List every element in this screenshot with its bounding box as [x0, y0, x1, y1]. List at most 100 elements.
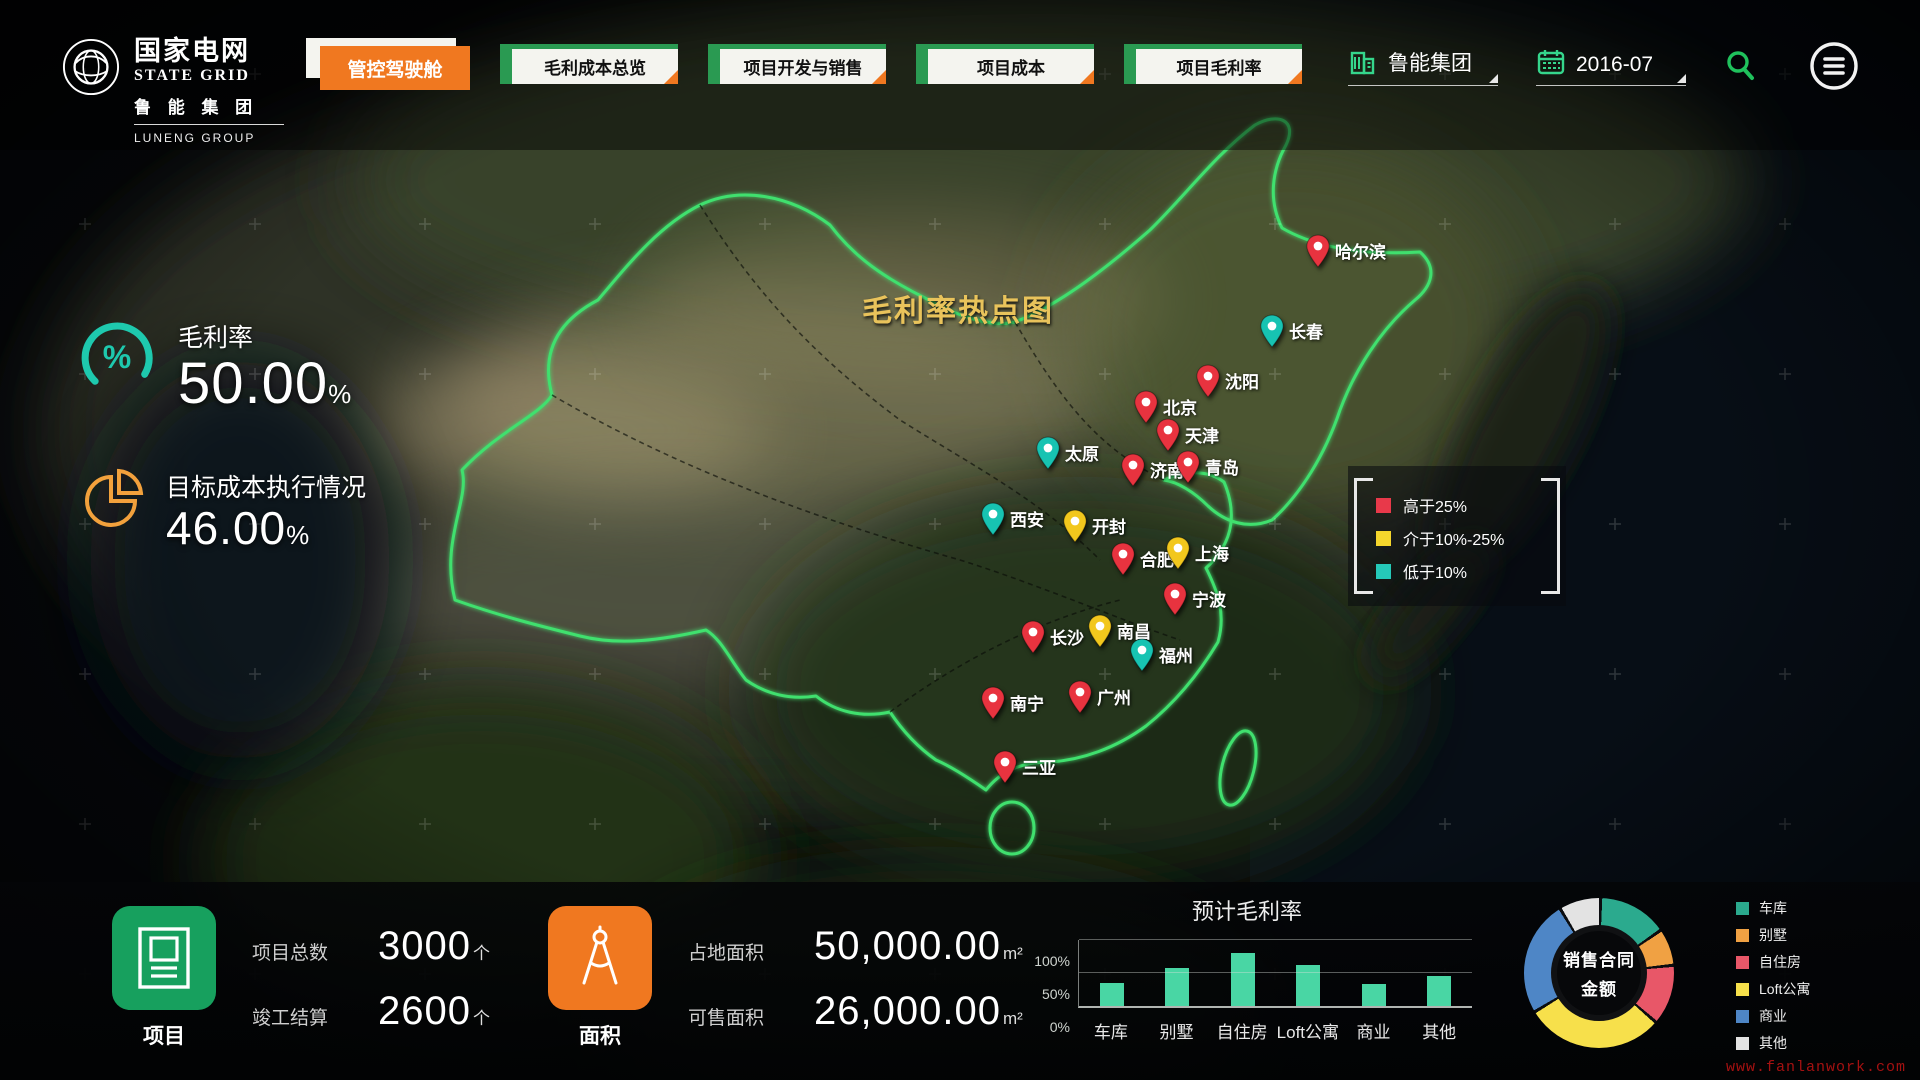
nav-tabs: 管控驾驶舱 毛利成本总览 项目开发与销售 项目成本 项目毛利率 — [320, 44, 1302, 90]
legend-swatch — [1736, 902, 1749, 915]
kpi-value: 50.00 — [178, 351, 328, 416]
city-pin[interactable]: 福州 — [1129, 638, 1155, 677]
city-pin[interactable]: 南宁 — [980, 686, 1006, 725]
dashboard: 国家电网 STATE GRID 鲁 能 集 团 LUNENG GROUP 管控驾… — [0, 0, 1920, 1080]
stat-unit: m² — [1003, 944, 1023, 963]
stat-unit: 个 — [473, 944, 490, 963]
kpi-unit: % — [286, 520, 310, 550]
bar-category-label: 商业 — [1341, 1018, 1407, 1043]
city-pin[interactable]: 上海 — [1165, 536, 1191, 575]
sales-contract-donut-chart: 销售合同 金额 车库 别墅 自住房 Loft公寓 商业 其他 — [1524, 898, 1810, 1053]
city-label: 长春 — [1289, 318, 1323, 343]
city-label: 青岛 — [1205, 454, 1239, 479]
donut-legend-item: 其他 — [1736, 1033, 1810, 1053]
city-label: 宁波 — [1192, 586, 1226, 611]
city-pin[interactable]: 沈阳 — [1195, 364, 1221, 403]
tab-label: 项目毛利率 — [1177, 54, 1262, 79]
donut-legend-item: 商业 — [1736, 1006, 1810, 1026]
city-pin[interactable]: 广州 — [1067, 680, 1093, 719]
city-pin[interactable]: 青岛 — [1175, 450, 1201, 489]
city-pin[interactable]: 合肥 — [1110, 542, 1136, 581]
map-legend-item: 介于10%-25% — [1376, 526, 1556, 550]
tab-label: 管控驾驶舱 — [347, 55, 442, 82]
city-pin[interactable]: 济南 — [1120, 453, 1146, 492]
company-selector[interactable]: 鲁能集团 — [1348, 47, 1498, 86]
legend-swatch — [1376, 498, 1391, 513]
project-card-label: 项目 — [143, 1020, 185, 1050]
building-icon — [1348, 47, 1378, 77]
nav-tab[interactable]: 管控驾驶舱 — [320, 46, 470, 90]
city-pin[interactable]: 三亚 — [992, 750, 1018, 789]
donut-legend-item: 别墅 — [1736, 925, 1810, 945]
city-label: 广州 — [1097, 684, 1131, 709]
bar-category-label: 车库 — [1078, 1018, 1144, 1043]
city-pin[interactable]: 西安 — [980, 502, 1006, 541]
svg-text:%: % — [103, 339, 131, 375]
date-selector[interactable]: 2016-07 — [1536, 47, 1686, 86]
bar — [1079, 940, 1145, 1006]
city-pin[interactable]: 长沙 — [1020, 620, 1046, 659]
city-pin[interactable]: 太原 — [1035, 436, 1061, 475]
city-label: 天津 — [1185, 422, 1219, 447]
donut-legend-item: 自住房 — [1736, 952, 1810, 972]
donut-center-label: 销售合同 金额 — [1524, 898, 1674, 1048]
nav-tab[interactable]: 项目毛利率 — [1124, 44, 1302, 84]
city-pin[interactable]: 宁波 — [1162, 582, 1188, 621]
map-pin-icon — [1110, 542, 1136, 576]
map-pin-icon — [1162, 582, 1188, 616]
nav-tab[interactable]: 毛利成本总览 — [500, 44, 678, 84]
project-card: 项目 项目总数 3000个 竣工结算 2600个 — [112, 906, 490, 1050]
percent-gauge-icon: % — [78, 318, 156, 396]
brand-divider — [134, 124, 284, 125]
legend-label: Loft公寓 — [1759, 979, 1810, 999]
city-pin[interactable]: 哈尔滨 — [1305, 234, 1331, 273]
legend-swatch — [1376, 531, 1391, 546]
legend-swatch — [1736, 1037, 1749, 1050]
stat-label: 竣工结算 — [252, 1003, 344, 1030]
stat-row: 项目总数 3000个 — [252, 924, 490, 969]
legend-label: 自住房 — [1759, 952, 1801, 972]
donut-legend-item: 车库 — [1736, 898, 1810, 918]
bar-category-label: 别墅 — [1144, 1018, 1210, 1043]
topbar-controls: 鲁能集团 2016-07 — [1348, 40, 1860, 92]
stat-value: 50,000.00 — [814, 924, 1001, 968]
stat-value: 3000 — [378, 924, 471, 968]
menu-icon[interactable] — [1808, 40, 1860, 92]
city-label: 福州 — [1159, 642, 1193, 667]
legend-label: 别墅 — [1759, 925, 1787, 945]
city-label: 北京 — [1163, 394, 1197, 419]
nav-tab[interactable]: 项目成本 — [916, 44, 1094, 84]
kpi-value: 46.00 — [166, 502, 286, 554]
bar — [1276, 940, 1342, 1006]
stat-unit: 个 — [473, 1009, 490, 1028]
map-pin-icon — [980, 502, 1006, 536]
map-pin-icon — [1165, 536, 1191, 570]
bar-category-label: Loft公寓 — [1275, 1018, 1341, 1043]
brand-group-en: LUNENG GROUP — [134, 131, 284, 145]
document-icon — [137, 926, 191, 990]
legend-label: 高于25% — [1403, 493, 1467, 517]
city-label: 西安 — [1010, 506, 1044, 531]
city-pin[interactable]: 南昌 — [1087, 614, 1113, 653]
map-pin-icon — [1259, 314, 1285, 348]
map-pin-icon — [1087, 614, 1113, 648]
stat-row: 可售面积 26,000.00m² — [688, 989, 1023, 1034]
city-label: 三亚 — [1022, 754, 1056, 779]
city-pin[interactable]: 开封 — [1062, 509, 1088, 548]
kpi-gross-margin: % 毛利率 50.00% — [78, 318, 352, 415]
bar — [1341, 940, 1407, 1006]
compass-icon — [572, 925, 628, 991]
legend-swatch — [1736, 929, 1749, 942]
stat-label: 可售面积 — [688, 1003, 780, 1030]
nav-tab[interactable]: 项目开发与销售 — [708, 44, 886, 84]
tab-label: 毛利成本总览 — [544, 54, 646, 79]
legend-label: 其他 — [1759, 1033, 1787, 1053]
city-pin[interactable]: 长春 — [1259, 314, 1285, 353]
brand-name-en: STATE GRID — [134, 67, 284, 85]
donut-ring: 销售合同 金额 — [1524, 898, 1674, 1048]
stat-value: 2600 — [378, 989, 471, 1033]
search-icon[interactable] — [1724, 49, 1758, 83]
tab-label: 项目成本 — [977, 54, 1045, 79]
brand-name-cn: 国家电网 — [134, 38, 284, 65]
state-grid-emblem-icon — [62, 38, 120, 96]
